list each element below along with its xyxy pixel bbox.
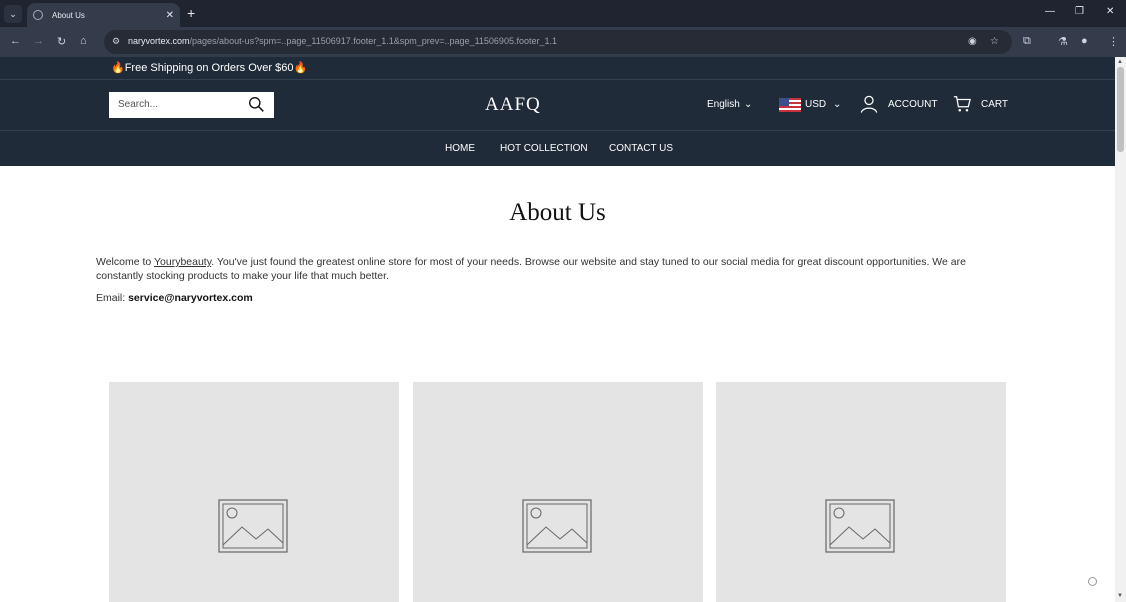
page-scrollbar[interactable]: ▲ ▼: [1115, 57, 1126, 602]
scrollbar-thumb[interactable]: [1117, 67, 1124, 152]
image-placeholder: [413, 382, 703, 602]
cart-icon[interactable]: [953, 95, 971, 113]
account-link[interactable]: ACCOUNT: [888, 99, 937, 110]
user-icon[interactable]: [860, 95, 878, 113]
browser-tab-strip: ⌄ About Us ✕ + — ❐ ✕: [0, 0, 1126, 27]
profile-avatar-icon[interactable]: ●: [1081, 35, 1088, 47]
contact-email: Email: service@naryvortex.com: [96, 292, 253, 304]
labs-flask-icon[interactable]: ⚗: [1058, 35, 1068, 48]
scroll-up-arrow-icon[interactable]: ▲: [1117, 59, 1123, 65]
minimize-button[interactable]: —: [1045, 6, 1055, 17]
about-intro-text: Welcome to Yourybeauty. You've just foun…: [96, 256, 966, 282]
main-navigation: HOME HOT COLLECTION CONTACT US: [0, 130, 1115, 166]
image-placeholder-icon: [522, 499, 592, 553]
tab-title: About Us: [52, 10, 85, 20]
close-window-button[interactable]: ✕: [1106, 6, 1114, 17]
image-placeholder: [716, 382, 1006, 602]
home-icon[interactable]: ⌂: [80, 35, 87, 47]
currency-selector[interactable]: USD: [805, 99, 826, 110]
us-flag-icon: [779, 98, 801, 112]
address-bar[interactable]: ⚙ naryvortex.com/pages/about-us?spm=..pa…: [104, 30, 1012, 54]
restore-button[interactable]: ❐: [1075, 6, 1084, 17]
nav-home[interactable]: HOME: [445, 143, 475, 154]
tab-close-button[interactable]: ✕: [166, 10, 174, 21]
email-address: service@naryvortex.com: [128, 292, 253, 304]
image-placeholder-icon: [825, 499, 895, 553]
globe-icon: [33, 10, 43, 20]
reload-icon[interactable]: ↻: [57, 35, 66, 48]
browser-menu-icon[interactable]: ⋮: [1108, 35, 1119, 48]
eye-off-icon[interactable]: ◉: [968, 36, 977, 47]
yourybeauty-link[interactable]: Yourybeauty: [154, 256, 211, 268]
store-logo[interactable]: AAFQ: [485, 94, 541, 116]
image-placeholder: [109, 382, 399, 602]
site-info-icon[interactable]: ⚙: [112, 36, 120, 47]
web-page: 🔥Free Shipping on Orders Over $60🔥 Searc…: [0, 57, 1115, 602]
forward-arrow-icon[interactable]: →: [33, 35, 44, 47]
browser-toolbar: ← → ↻ ⌂ ⚙ naryvortex.com/pages/about-us?…: [0, 27, 1126, 57]
tab-search-button[interactable]: ⌄: [4, 5, 22, 23]
image-placeholder-icon: [218, 499, 288, 553]
page-title: About Us: [509, 199, 606, 226]
cart-link[interactable]: CART: [981, 99, 1008, 110]
chevron-down-icon[interactable]: ⌄: [744, 99, 752, 110]
nav-contact-us[interactable]: CONTACT US: [609, 143, 673, 154]
nav-hot-collection[interactable]: HOT COLLECTION: [500, 143, 588, 154]
search-placeholder: Search...: [118, 99, 159, 110]
extensions-icon[interactable]: ⧉: [1023, 35, 1031, 48]
new-tab-button[interactable]: +: [187, 5, 195, 21]
store-header: Search... AAFQ English ⌄ USD ⌄ ACCOUNT C…: [0, 80, 1115, 130]
search-input[interactable]: Search...: [109, 92, 274, 118]
back-arrow-icon[interactable]: ←: [10, 35, 21, 47]
language-selector[interactable]: English: [707, 99, 740, 110]
help-widget-icon[interactable]: [1088, 577, 1097, 586]
search-icon[interactable]: [248, 96, 265, 113]
scroll-down-arrow-icon[interactable]: ▼: [1117, 593, 1123, 599]
url-text[interactable]: naryvortex.com/pages/about-us?spm=..page…: [128, 36, 557, 46]
bookmark-star-icon[interactable]: ☆: [990, 36, 999, 47]
browser-tab-about-us[interactable]: About Us ✕: [27, 3, 180, 27]
announcement-bar: 🔥Free Shipping on Orders Over $60🔥: [0, 57, 1115, 80]
chevron-down-icon[interactable]: ⌄: [833, 99, 841, 110]
